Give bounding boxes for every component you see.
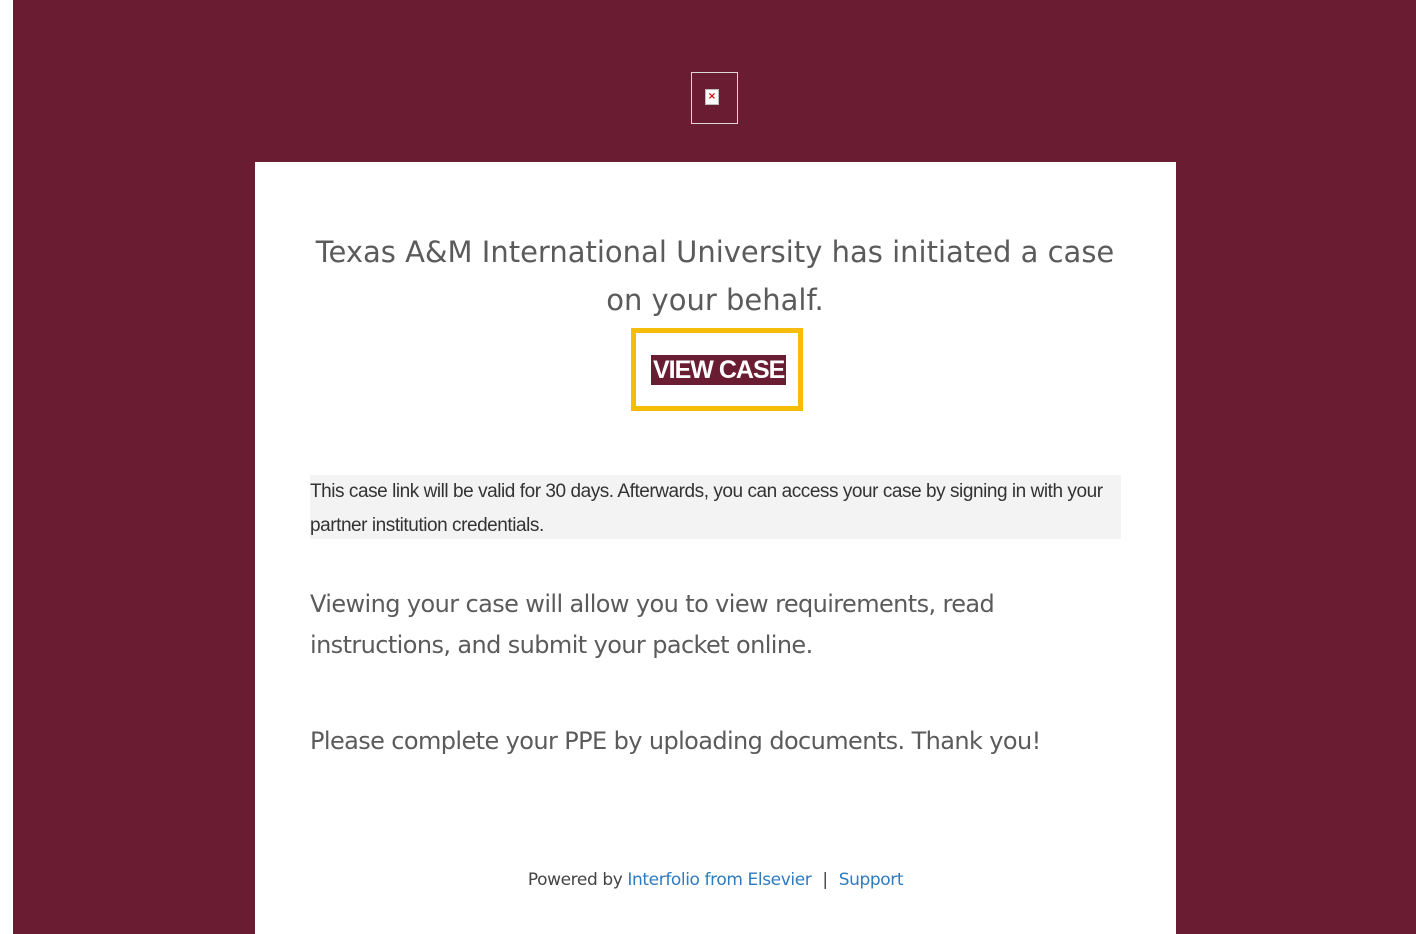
email-footer: Powered by Interfolio from Elsevier | Su… xyxy=(255,868,1176,892)
viewport-left-edge xyxy=(0,0,13,934)
logo-image: × xyxy=(691,72,738,124)
view-case-button[interactable]: VIEW CASE xyxy=(651,355,787,385)
footer-separator: | xyxy=(822,870,828,890)
powered-by-label: Powered by xyxy=(527,870,623,890)
interfolio-link[interactable]: Interfolio from Elsevier xyxy=(627,870,811,890)
instructions-paragraph: Viewing your case will allow you to view… xyxy=(310,590,995,659)
email-headline: Texas A&M International University has i… xyxy=(315,235,1115,317)
support-link[interactable]: Support xyxy=(839,870,904,890)
email-card: Texas A&M International University has i… xyxy=(255,162,1176,934)
thank-you-paragraph: Please complete your PPE by uploading do… xyxy=(310,727,1041,755)
view-case-highlight: VIEW CASE xyxy=(631,328,803,411)
case-link-notice: This case link will be valid for 30 days… xyxy=(310,475,1121,539)
broken-image-icon: × xyxy=(705,89,719,105)
